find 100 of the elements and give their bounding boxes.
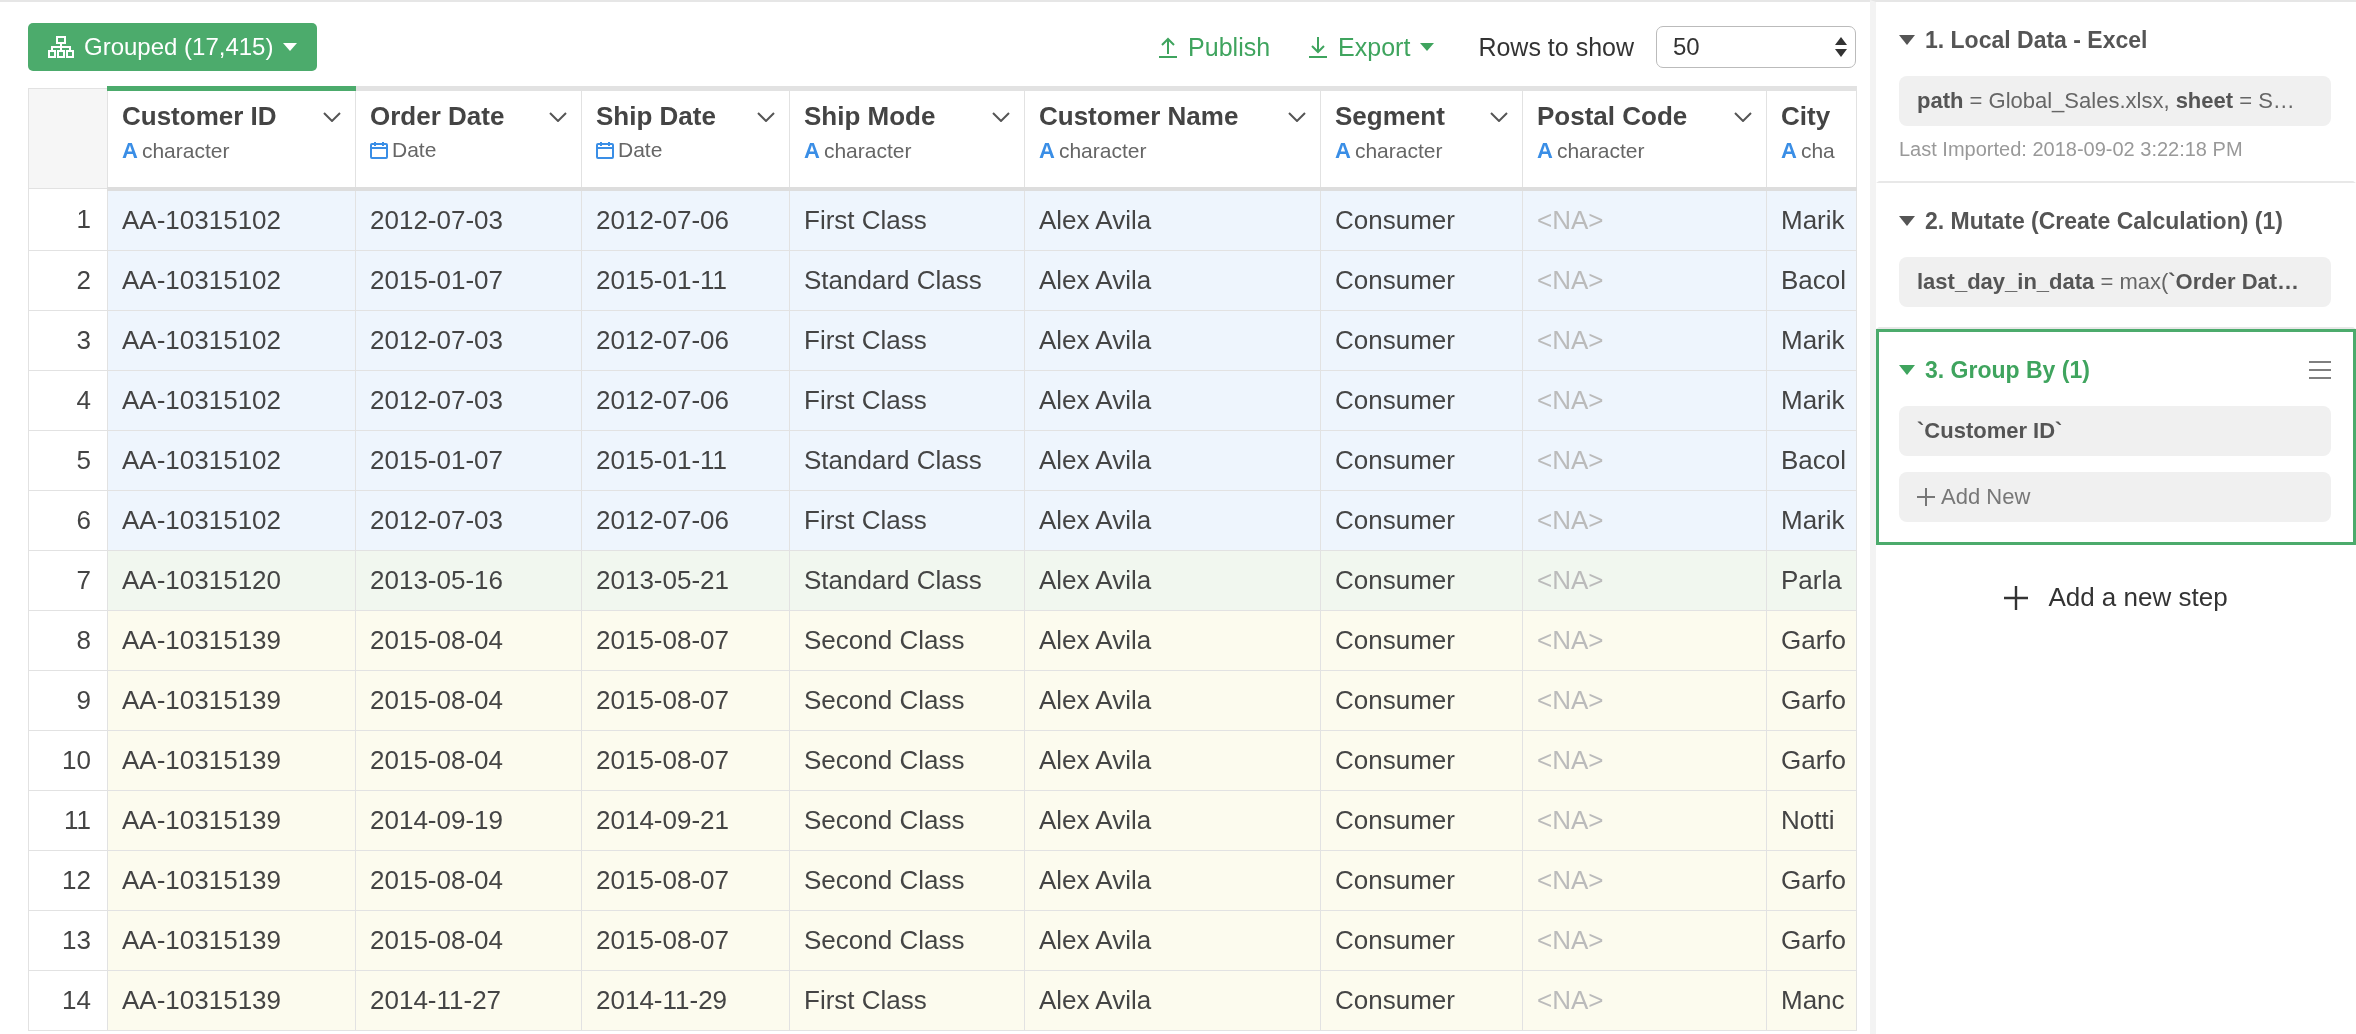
rows-select[interactable]: 50 <box>1656 26 1856 68</box>
row-number: 11 <box>28 790 108 850</box>
chevron-down-icon <box>1288 111 1306 122</box>
table-cell: Garfo <box>1766 850 1857 910</box>
step-card[interactable]: 3. Group By (1) `Customer ID` Add New <box>1876 329 2356 545</box>
row-number: 3 <box>28 310 108 370</box>
table-cell: <NA> <box>1522 490 1767 550</box>
table-cell: <NA> <box>1522 370 1767 430</box>
table-cell: First Class <box>789 490 1025 550</box>
table-cell: 2015-01-07 <box>355 430 582 490</box>
table-cell: <NA> <box>1522 188 1767 250</box>
table-cell: AA-10315102 <box>107 370 356 430</box>
table-cell: 2012-07-03 <box>355 490 582 550</box>
table-cell: Manc <box>1766 970 1857 1030</box>
step-parameter[interactable]: last_day_in_data = max(`Order Dat… <box>1899 257 2331 307</box>
up-down-arrows-icon <box>1835 37 1847 57</box>
table-cell: Standard Class <box>789 430 1025 490</box>
table-cell: Consumer <box>1320 250 1523 310</box>
table-cell: <NA> <box>1522 850 1767 910</box>
row-number: 4 <box>28 370 108 430</box>
disclosure-triangle-icon[interactable] <box>1899 216 1915 226</box>
table-cell: 2012-07-06 <box>581 188 790 250</box>
download-icon <box>1308 36 1329 58</box>
chevron-down-icon <box>323 111 341 122</box>
plus-icon <box>1917 488 1935 506</box>
table-cell: Consumer <box>1320 850 1523 910</box>
row-number: 2 <box>28 250 108 310</box>
chevron-down-icon <box>1490 111 1508 122</box>
row-number: 10 <box>28 730 108 790</box>
table-cell: 2012-07-03 <box>355 188 582 250</box>
caret-icon <box>283 43 298 51</box>
table-cell: AA-10315120 <box>107 550 356 610</box>
table-cell: Parla <box>1766 550 1857 610</box>
character-type-icon: A <box>804 138 820 164</box>
table-cell: AA-10315102 <box>107 430 356 490</box>
disclosure-triangle-icon[interactable] <box>1899 365 1915 375</box>
table-cell: Garfo <box>1766 670 1857 730</box>
row-number: 7 <box>28 550 108 610</box>
table-cell: 2014-11-27 <box>355 970 582 1030</box>
table-cell: AA-10315102 <box>107 188 356 250</box>
row-number: 13 <box>28 910 108 970</box>
add-step-button[interactable]: Add a new step <box>1998 581 2234 614</box>
table-cell: Consumer <box>1320 310 1523 370</box>
calendar-icon <box>596 141 614 159</box>
table-cell: Alex Avila <box>1024 670 1321 730</box>
table-cell: <NA> <box>1522 550 1767 610</box>
step-title: 1. Local Data - Excel <box>1925 26 2149 54</box>
character-type-icon: A <box>1039 138 1055 164</box>
table-cell: Alex Avila <box>1024 490 1321 550</box>
table-cell: 2015-08-07 <box>581 610 790 670</box>
table-cell: 2015-08-04 <box>355 610 582 670</box>
table-cell: 2015-08-04 <box>355 850 582 910</box>
chevron-down-icon <box>1734 111 1752 122</box>
table-cell: 2012-07-03 <box>355 310 582 370</box>
table-cell: Alex Avila <box>1024 730 1321 790</box>
table-cell: 2012-07-06 <box>581 370 790 430</box>
table-cell: AA-10315139 <box>107 730 356 790</box>
row-number: 6 <box>28 490 108 550</box>
table-cell: Bacol <box>1766 250 1857 310</box>
table-cell: Alex Avila <box>1024 430 1321 490</box>
table-cell: First Class <box>789 970 1025 1030</box>
table-cell: Consumer <box>1320 730 1523 790</box>
group-column-chip[interactable]: `Customer ID` <box>1899 406 2331 456</box>
table-cell: Bacol <box>1766 430 1857 490</box>
row-number: 8 <box>28 610 108 670</box>
table-cell: Second Class <box>789 670 1025 730</box>
row-number: 9 <box>28 670 108 730</box>
menu-icon[interactable] <box>2309 361 2331 379</box>
table-cell: Alex Avila <box>1024 790 1321 850</box>
table-cell: 2014-09-19 <box>355 790 582 850</box>
table-cell: <NA> <box>1522 250 1767 310</box>
table-cell: 2015-08-04 <box>355 730 582 790</box>
table-cell: 2015-01-11 <box>581 430 790 490</box>
table-cell: <NA> <box>1522 610 1767 670</box>
table-cell: 2014-11-29 <box>581 970 790 1030</box>
disclosure-triangle-icon[interactable] <box>1899 35 1915 45</box>
table-cell: AA-10315102 <box>107 490 356 550</box>
table-cell: Alex Avila <box>1024 250 1321 310</box>
step-title: 2. Mutate (Create Calculation) (1) <box>1925 207 2284 235</box>
step-parameter[interactable]: path = Global_Sales.xlsx, sheet = S… <box>1899 76 2331 126</box>
table-cell: Alex Avila <box>1024 310 1321 370</box>
table-cell: 2015-08-07 <box>581 730 790 790</box>
table-cell: Consumer <box>1320 670 1523 730</box>
table-cell: Second Class <box>789 850 1025 910</box>
table-cell: AA-10315139 <box>107 970 356 1030</box>
chevron-down-icon <box>549 111 567 122</box>
table-cell: AA-10315139 <box>107 790 356 850</box>
add-new-button[interactable]: Add New <box>1899 472 2331 522</box>
table-cell: Alex Avila <box>1024 370 1321 430</box>
table-cell: 2015-08-04 <box>355 670 582 730</box>
row-number: 1 <box>28 188 108 250</box>
table-cell: <NA> <box>1522 430 1767 490</box>
hierarchy-icon <box>48 36 74 58</box>
table-cell: Alex Avila <box>1024 550 1321 610</box>
table-cell: 2015-08-07 <box>581 910 790 970</box>
step-card[interactable]: 1. Local Data - Excel path = Global_Sales.xlsx, sheet = S… Last Imported: 2018-09-02 3:22:18 PM <box>1876 2 2356 183</box>
table-cell: Garfo <box>1766 730 1857 790</box>
table-cell: First Class <box>789 370 1025 430</box>
caret-icon <box>1420 43 1435 51</box>
step-card[interactable]: 2. Mutate (Create Calculation) (1) last_day_in_data = max(`Order Dat… <box>1876 183 2356 329</box>
